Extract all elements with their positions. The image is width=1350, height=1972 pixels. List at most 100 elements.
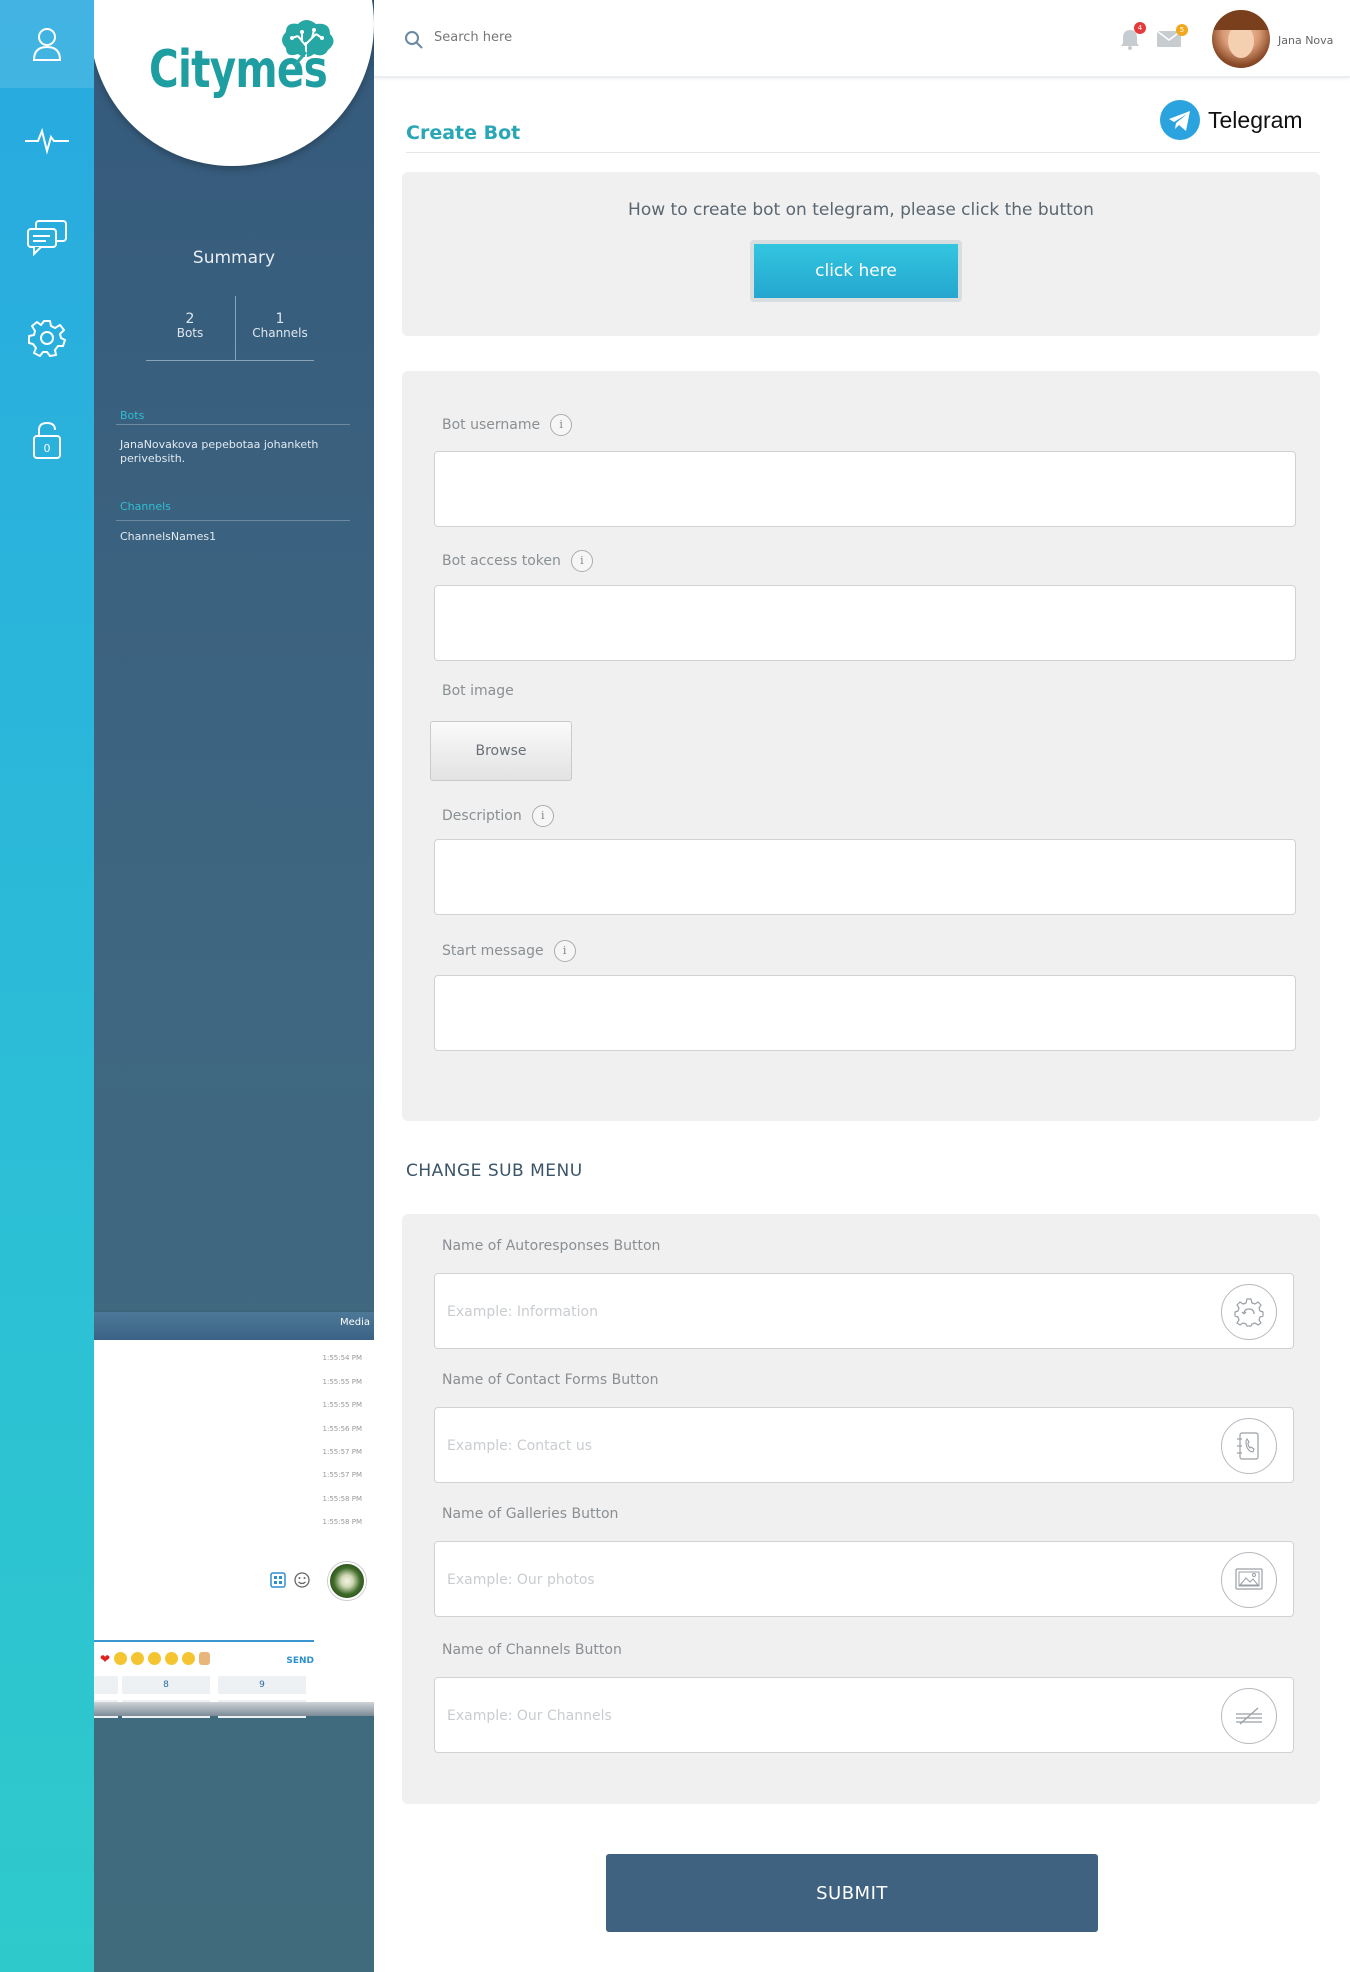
bot-image-label: Bot image	[442, 683, 514, 699]
top-bar: 4 5 Jana Nova	[374, 0, 1350, 78]
rail-item-messages[interactable]	[0, 194, 94, 282]
bot-access-token-input[interactable]	[434, 585, 1296, 661]
chat-input-underline	[94, 1640, 314, 1642]
icon-rail: 0	[0, 0, 94, 1972]
keypad-key[interactable]: 8	[122, 1676, 210, 1694]
autoresponse-gear-icon	[1234, 1298, 1264, 1327]
channels-icon-button[interactable]	[1221, 1688, 1277, 1744]
description-label: Description i	[442, 805, 554, 827]
keyboard-icon[interactable]	[270, 1572, 286, 1588]
emoji-icon[interactable]	[294, 1572, 310, 1588]
stat-divider-bottom	[146, 360, 314, 361]
start-message-input[interactable]	[434, 975, 1296, 1051]
bot-access-token-label: Bot access token i	[442, 550, 593, 572]
bot-username-label-text: Bot username	[442, 417, 541, 433]
chat-preview-header: Media	[94, 1312, 374, 1340]
kiss-emoji-icon[interactable]	[148, 1652, 162, 1665]
galleries-icon-button[interactable]	[1221, 1552, 1277, 1608]
activity-icon	[25, 127, 69, 155]
submenu-title: CHANGE SUB MENU	[406, 1161, 583, 1181]
laugh-emoji-icon[interactable]	[131, 1652, 145, 1665]
bot-form-panel: Bot username i Bot access token i Bot im…	[402, 371, 1320, 1121]
bots-divider	[116, 424, 350, 425]
gear-icon	[28, 320, 66, 357]
bot-username-input[interactable]	[434, 451, 1296, 527]
summary-title: Summary	[192, 248, 276, 268]
rail-item-settings[interactable]	[0, 294, 94, 382]
autoresponses-icon-button[interactable]	[1221, 1284, 1277, 1340]
title-divider	[406, 152, 1320, 153]
keypad-key[interactable]: 9	[218, 1676, 306, 1694]
contact-form-icon	[1237, 1432, 1259, 1460]
browse-button[interactable]: Browse	[430, 721, 572, 781]
galleries-input[interactable]	[447, 1566, 1187, 1594]
contact-forms-input[interactable]	[447, 1432, 1187, 1460]
thumbs-up-emoji-icon[interactable]	[199, 1652, 211, 1665]
sidebar: Citymes Summary 2 Bots 1 Channels Bots J…	[94, 0, 374, 1972]
smile-emoji-icon[interactable]	[114, 1652, 128, 1665]
emoji-row[interactable]: ❤	[100, 1652, 211, 1666]
bots-list[interactable]: JanaNovakova pepebotaa johanketh periveb…	[120, 438, 330, 466]
autoresponses-label: Name of Autoresponses Button	[442, 1238, 661, 1254]
rail-item-profile[interactable]	[0, 0, 94, 88]
platform-badge: Telegram	[1160, 100, 1303, 140]
message-time: 1:55:56 PM	[322, 1425, 362, 1433]
autoresponses-input[interactable]	[447, 1298, 1187, 1326]
chat-preview: Media 1:55:54 PM 1:55:55 PM 1:55:55 PM 1…	[94, 1312, 374, 1718]
start-message-label: Start message i	[442, 940, 576, 962]
search-input[interactable]	[434, 30, 734, 45]
message-time: 1:55:54 PM	[322, 1354, 362, 1362]
channels-input[interactable]	[447, 1702, 1187, 1730]
channels-field	[434, 1677, 1294, 1753]
message-time: 1:55:55 PM	[322, 1401, 362, 1409]
logo-tree-icon	[282, 20, 334, 67]
message-time: 1:55:57 PM	[322, 1471, 362, 1479]
rail-item-activity[interactable]	[0, 96, 94, 184]
keypad-key[interactable]	[94, 1676, 118, 1694]
bot-username-label: Bot username i	[442, 414, 573, 436]
channels-list[interactable]: ChannelsNames1	[120, 530, 330, 544]
stat-bots-label: Bots	[176, 326, 204, 340]
lock-icon: 0	[33, 421, 61, 459]
user-avatar[interactable]	[1212, 10, 1270, 68]
message-time: 1:55:57 PM	[322, 1448, 362, 1456]
stat-channels-label: Channels	[252, 326, 308, 340]
info-icon[interactable]: i	[553, 940, 576, 962]
channels-divider	[116, 520, 350, 521]
search-icon[interactable]	[404, 30, 424, 50]
messages-badge: 5	[1176, 24, 1188, 36]
messages-button[interactable]: 5	[1156, 24, 1188, 52]
heart-emoji-icon[interactable]: ❤	[100, 1652, 110, 1666]
submit-button[interactable]: SUBMIT	[606, 1854, 1098, 1932]
love-emoji-icon[interactable]	[165, 1652, 179, 1665]
rail-item-lock[interactable]: 0	[0, 396, 94, 484]
info-icon[interactable]: i	[570, 550, 593, 572]
message-time: 1:55:58 PM	[322, 1518, 362, 1526]
stat-channels-value: 1	[275, 311, 285, 327]
start-message-label-text: Start message	[442, 943, 544, 959]
description-label-text: Description	[442, 808, 522, 824]
gallery-icon	[1235, 1568, 1263, 1590]
notifications-button[interactable]: 4	[1120, 22, 1146, 54]
page-title: Create Bot	[406, 122, 521, 144]
description-input[interactable]	[434, 839, 1296, 915]
info-icon[interactable]: i	[531, 805, 554, 827]
contact-forms-field	[434, 1407, 1294, 1483]
contact-forms-icon-button[interactable]	[1221, 1418, 1277, 1474]
notifications-badge: 4	[1134, 22, 1146, 34]
chat-preview-body: 1:55:54 PM 1:55:55 PM 1:55:55 PM 1:55:56…	[94, 1340, 374, 1718]
user-icon	[32, 28, 62, 61]
help-text: How to create bot on telegram, please cl…	[628, 200, 1094, 220]
submenu-panel: Name of Autoresponses Button Name of Con…	[402, 1214, 1320, 1804]
stat-bots-value: 2	[185, 311, 195, 327]
click-here-button[interactable]: click here	[750, 240, 962, 302]
chat-avatar	[328, 1562, 366, 1600]
info-icon[interactable]: i	[550, 414, 573, 436]
send-button[interactable]: SEND	[286, 1656, 314, 1666]
user-name[interactable]: Jana Nova	[1278, 34, 1333, 47]
message-time: 1:55:55 PM	[322, 1378, 362, 1386]
grin-emoji-icon[interactable]	[182, 1652, 196, 1665]
lock-badge: 0	[44, 442, 51, 455]
autoresponses-field	[434, 1273, 1294, 1349]
bot-access-token-label-text: Bot access token	[442, 553, 561, 569]
